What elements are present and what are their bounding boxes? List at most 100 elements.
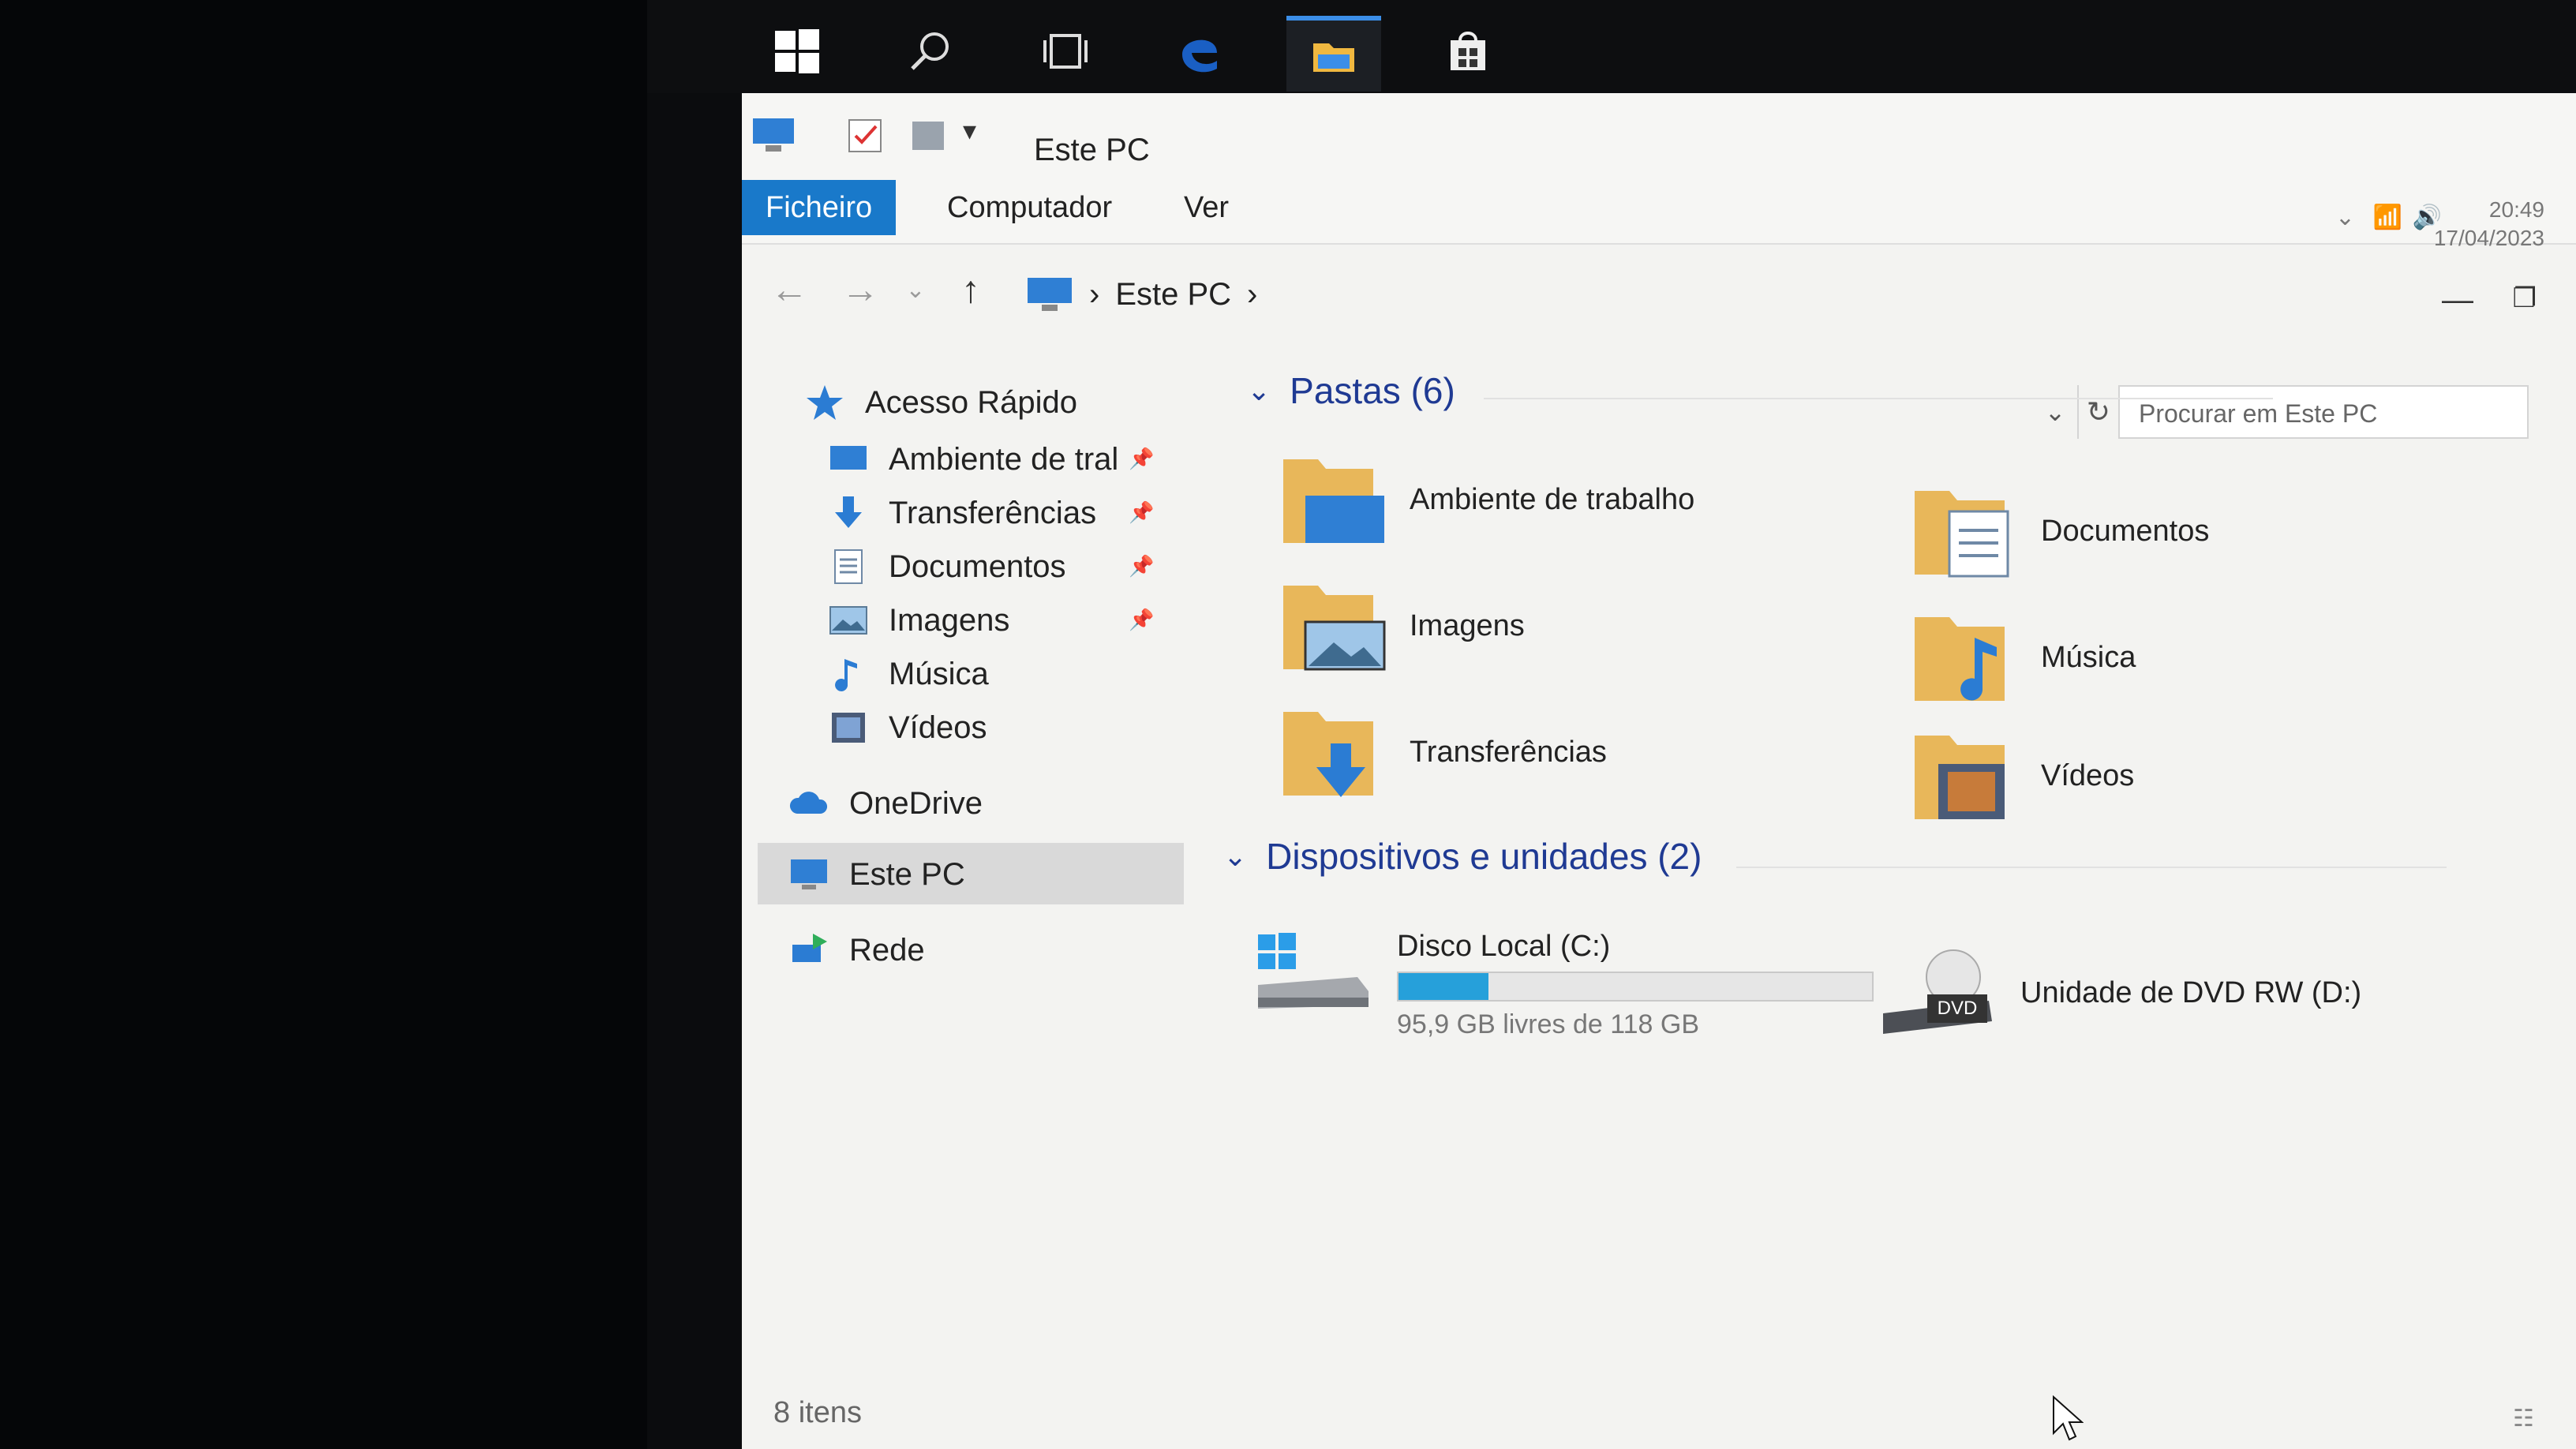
group-divider [1484,398,2273,399]
nav-label: Acesso Rápido [865,384,1078,420]
pin-icon[interactable]: 📌 [1129,608,1154,632]
nav-label: Rede [849,932,925,968]
nav-item-downloads[interactable]: Transferências [829,488,1096,538]
nav-quick-access[interactable]: Acesso Rápido [805,377,1077,428]
nav-item-videos[interactable]: Vídeos [829,702,987,753]
pictures-icon [829,606,867,635]
quick-access-toolbar: ▾ Este PC [742,93,2576,180]
nav-label: Música [889,656,989,691]
nav-item-network[interactable]: Rede [789,925,925,975]
drive-usage-fill [1398,973,1488,1000]
drive-label: Unidade de DVD RW (D:) [2020,975,2362,1009]
folder-label: Transferências [1410,735,1607,769]
file-explorer-window: ▾ Este PC Ficheiro Computador Ver ⌄ 📶 🔊 … [742,93,2576,1449]
taskbar [647,0,2576,93]
nav-label: Transferências [889,495,1097,530]
breadcrumb-item[interactable]: Este PC [1115,277,1231,313]
back-button[interactable]: ← [766,267,813,314]
star-icon [807,385,843,420]
drive-free-space: 95,9 GB livres de 118 GB [1397,1009,1700,1039]
pin-icon[interactable]: 📌 [1129,500,1154,525]
mouse-cursor-icon [2053,1395,2084,1441]
properties-icon[interactable] [844,115,889,155]
file-explorer-icon[interactable] [1286,16,1381,92]
this-pc-icon [791,859,827,889]
folder-label: Documentos [2041,514,2210,548]
window-title: Este PC [1034,133,1150,167]
dvd-drive-icon: DVD [1883,949,1992,1034]
pin-icon[interactable]: 📌 [1129,447,1154,471]
folder-tile-music[interactable]: Música [1910,606,2136,709]
nav-label: Documentos [889,549,1066,584]
network-icon [792,934,827,962]
navigation-pane: Acesso Rápido Ambiente de tral 📌 Transfe… [742,346,1184,1372]
local-disk-icon [1258,933,1368,1009]
clock[interactable]: 20:49 17/04/2023 [2434,196,2544,253]
nav-label: Vídeos [889,710,987,745]
drive-tile-d[interactable]: DVD Unidade de DVD RW (D:) [1878,945,2361,1040]
clock-time: 20:49 [2488,197,2544,222]
drive-tile-c[interactable]: Disco Local (C:) 95,9 GB livres de 118 G… [1255,930,1874,1040]
documents-folder-icon [1915,491,2009,578]
pictures-folder-icon [1283,586,1386,671]
documents-icon [834,549,863,584]
group-title: Dispositivos e unidades (2) [1266,836,1702,877]
chevron-down-icon[interactable]: ⌄ [2335,204,2355,231]
nav-item-pictures[interactable]: Imagens [829,595,1009,646]
tab-ficheiro[interactable]: Ficheiro [742,180,897,235]
folder-tile-videos[interactable]: Vídeos [1910,724,2134,827]
nav-item-onedrive[interactable]: OneDrive [789,778,983,829]
folder-label: Música [2041,640,2136,674]
folder-tile-desktop[interactable]: Ambiente de trabalho [1279,448,1694,551]
nav-item-documents[interactable]: Documentos [829,541,1066,592]
drive-usage-bar [1397,972,1874,1002]
folder-label: Ambiente de trabalho [1410,482,1695,516]
music-folder-icon [1915,617,2005,701]
tab-ver[interactable]: Ver [1160,180,1252,235]
network-icon[interactable]: 📶 [2373,204,2402,231]
nav-label: OneDrive [849,785,983,821]
ribbon-tabs: Ficheiro Computador Ver [742,172,2576,245]
folder-label: Vídeos [2041,758,2135,792]
search-icon[interactable] [884,16,979,87]
store-icon[interactable] [1421,16,1515,87]
nav-item-music[interactable]: Música [829,649,989,699]
tab-computador[interactable]: Computador [923,180,1136,235]
desktop-icon [830,446,867,470]
nav-item-desktop[interactable]: Ambiente de tral [829,434,1118,485]
desktop-folder-icon [1283,459,1384,543]
new-folder-icon[interactable] [908,115,952,155]
folder-tile-pictures[interactable]: Imagens [1279,575,1525,677]
cloud-icon [789,792,828,814]
windows-start-icon[interactable] [750,16,844,87]
folder-tile-downloads[interactable]: Transferências [1279,701,1607,803]
this-pc-icon [751,115,796,155]
address-bar-row: ← → ⌄ ↑ › Este PC › [742,251,2576,338]
group-header-devices[interactable]: ⌄ Dispositivos e unidades (2) [1223,835,1702,878]
downloads-icon [835,496,862,528]
chevron-down-icon: ⌄ [1223,840,1248,872]
nav-item-this-pc[interactable]: Este PC [789,849,965,900]
breadcrumb-separator-icon: › [1247,276,1258,312]
up-button[interactable]: ↑ [947,267,994,314]
breadcrumb[interactable]: › Este PC › [1026,267,1257,322]
group-header-folders[interactable]: ⌄ Pastas (6) [1247,369,1455,412]
view-toggle-icon[interactable]: ☷ [2513,1405,2552,1432]
content-pane: ⌄ Pastas (6) Ambiente de trabalho Imagen… [1223,346,2576,1372]
nav-label: Imagens [889,602,1010,638]
task-view-icon[interactable] [1018,16,1113,87]
downloads-folder-icon [1283,712,1373,797]
breadcrumb-separator-icon: › [1089,276,1100,312]
nav-label: Ambiente de tral [889,441,1119,477]
dvd-badge: DVD [1938,998,1978,1019]
customize-toolbar-icon[interactable]: ▾ [963,115,1007,155]
forward-button[interactable]: → [837,267,884,314]
edge-icon[interactable] [1152,16,1247,87]
recent-locations-button[interactable]: ⌄ [892,267,939,314]
pin-icon[interactable]: 📌 [1129,554,1154,578]
status-item-count: 8 itens [773,1396,862,1429]
music-icon [835,659,857,691]
this-pc-icon [1028,278,1072,311]
folder-label: Imagens [1410,608,1525,642]
folder-tile-documents[interactable]: Documentos [1910,480,2209,582]
